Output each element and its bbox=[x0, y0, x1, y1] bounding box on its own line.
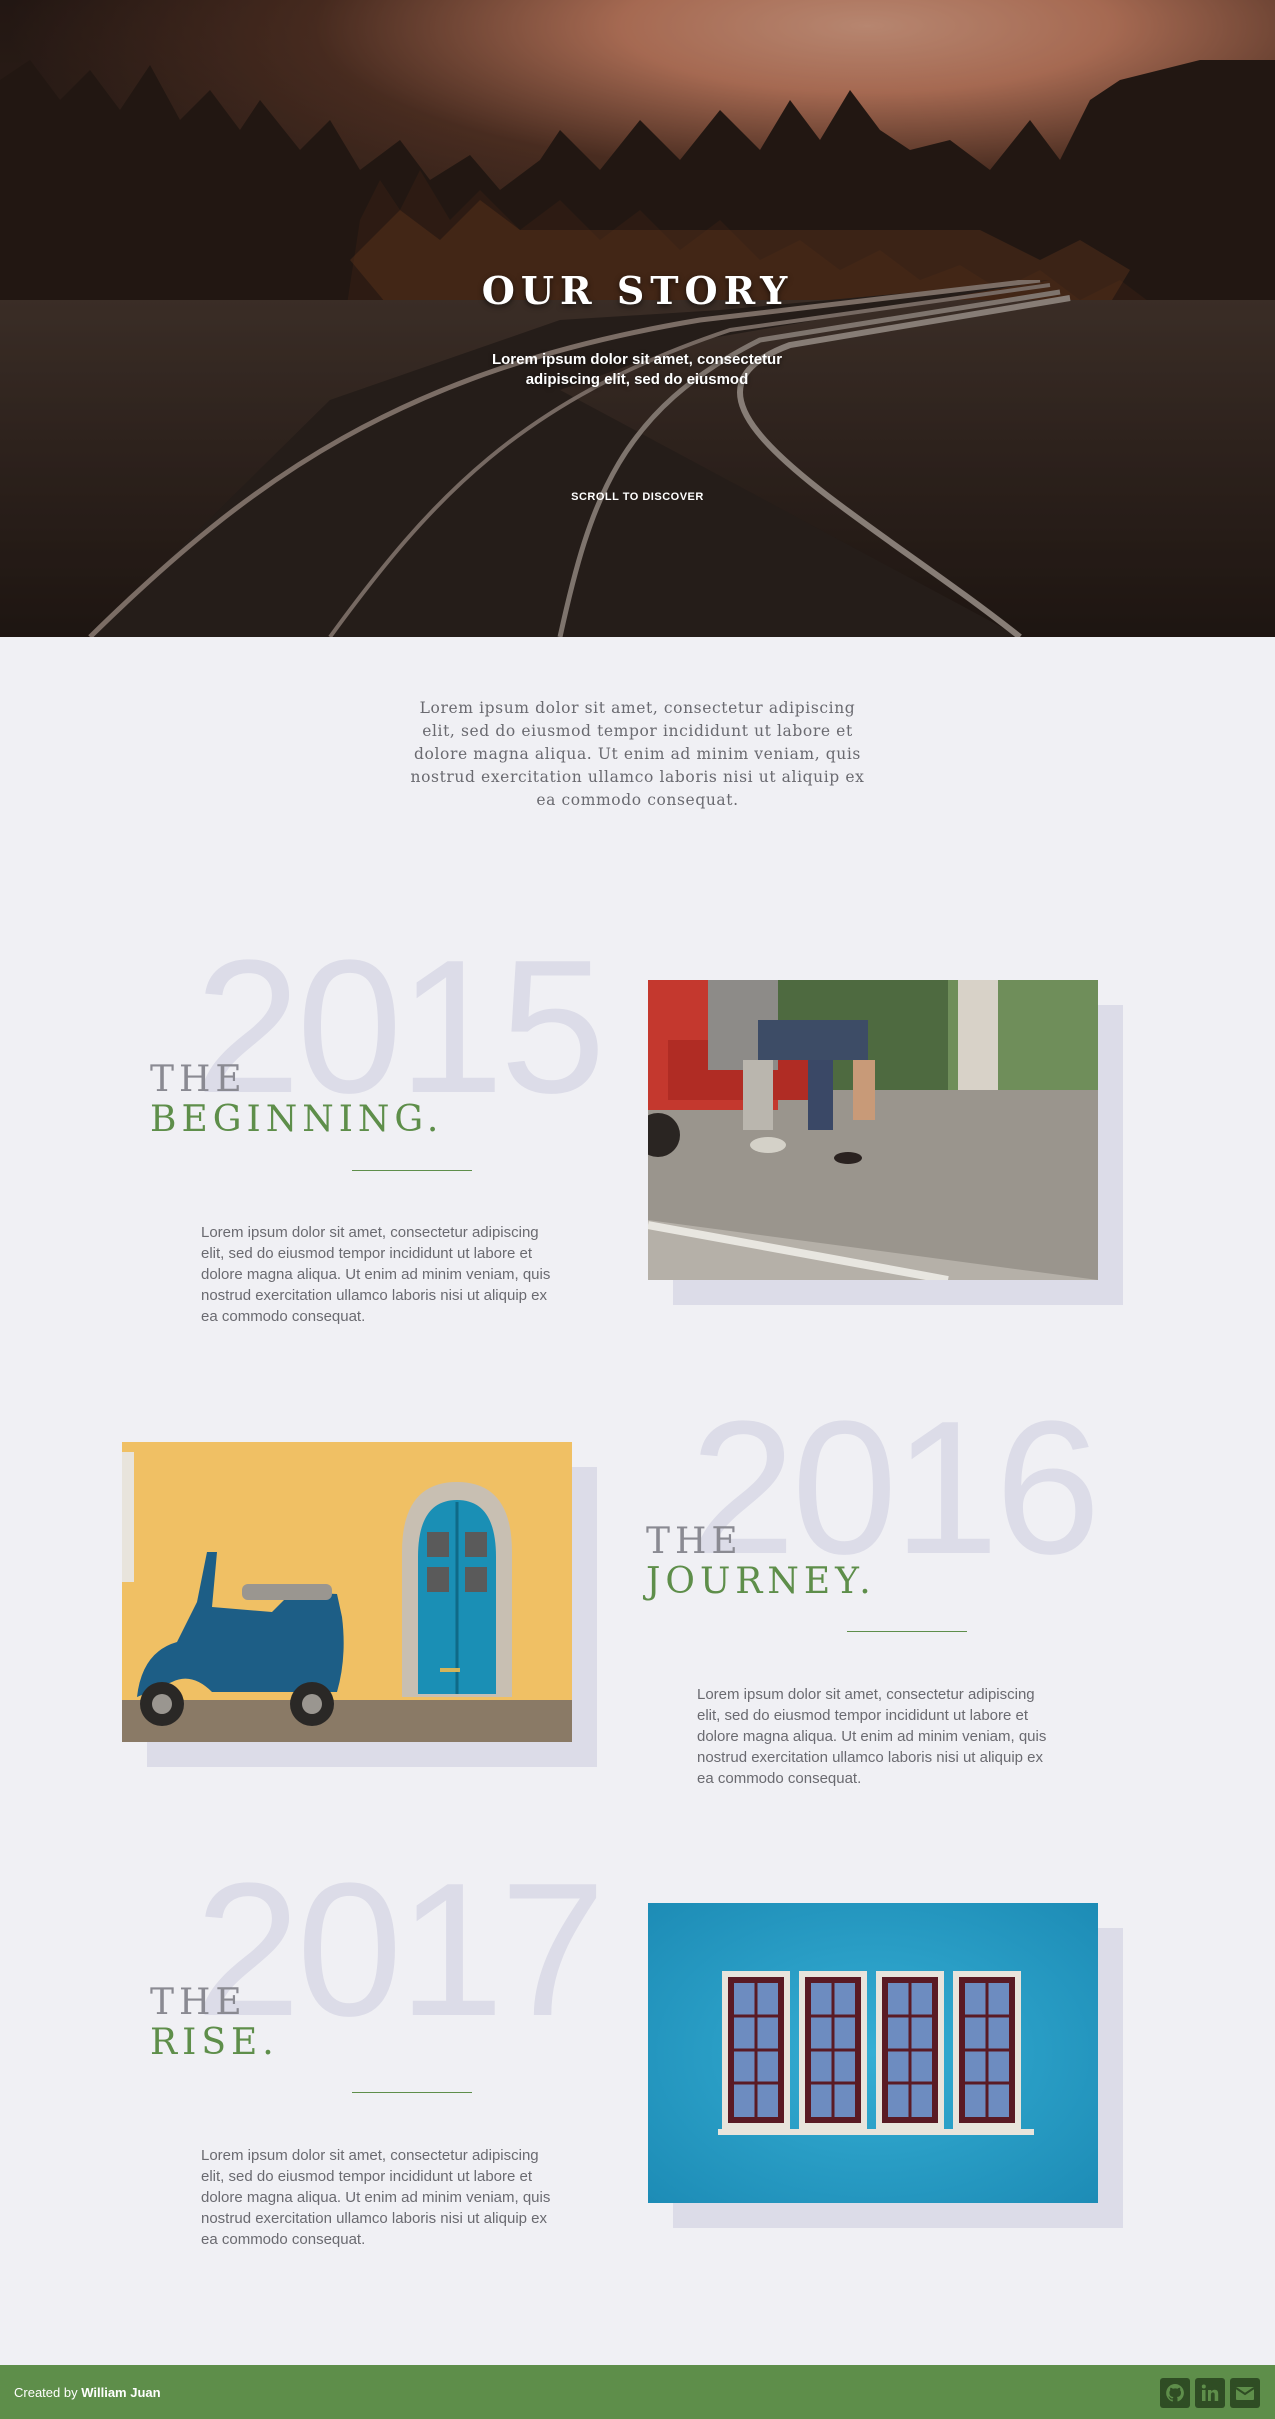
hero-overlay bbox=[0, 0, 1275, 637]
section-heading-journey: JOURNEY. bbox=[646, 1561, 876, 1602]
section-body-2017: Lorem ipsum dolor sit amet, consectetur … bbox=[201, 2147, 551, 2248]
hero-subtitle: Lorem ipsum dolor sit amet, consectetur … bbox=[491, 351, 783, 388]
section-the-label: THE bbox=[646, 1521, 743, 1562]
year-watermark-2016: 2016 bbox=[690, 1382, 1101, 1594]
section-the-label: THE bbox=[150, 1982, 247, 2023]
section-divider bbox=[847, 1631, 967, 1632]
footer-credit-name[interactable]: William Juan bbox=[81, 2385, 160, 2400]
scroll-to-discover-link[interactable]: SCROLL TO DISCOVER bbox=[0, 491, 1275, 503]
page-title: OUR STORY bbox=[481, 268, 794, 313]
footer-credit: Created by William Juan bbox=[14, 2385, 161, 2400]
footer-credit-prefix: Created by bbox=[14, 2385, 78, 2400]
year-watermark-2017: 2017 bbox=[195, 1844, 606, 2056]
section-body-2015: Lorem ipsum dolor sit amet, consectetur … bbox=[201, 1224, 551, 1325]
section-divider bbox=[352, 2092, 472, 2093]
footer: Created by William Juan bbox=[0, 2365, 1275, 2419]
hero-banner: OUR STORY Lorem ipsum dolor sit amet, co… bbox=[0, 0, 1275, 637]
section-body-2016: Lorem ipsum dolor sit amet, consectetur … bbox=[697, 1686, 1047, 1787]
github-icon[interactable] bbox=[1160, 2378, 1190, 2408]
section-divider bbox=[352, 1170, 472, 1171]
photo-blue-scooter bbox=[122, 1442, 572, 1742]
photo-people-on-tailgate bbox=[648, 980, 1098, 1280]
intro-text: Lorem ipsum dolor sit amet, consectetur … bbox=[410, 699, 865, 809]
photo-blue-wall-windows bbox=[648, 1903, 1098, 2203]
linkedin-icon[interactable] bbox=[1195, 2378, 1225, 2408]
year-watermark-2015: 2015 bbox=[195, 921, 606, 1133]
section-heading-beginning: BEGINNING. bbox=[150, 1099, 444, 1140]
section-heading-rise: RISE. bbox=[150, 2022, 279, 2063]
section-the-label: THE bbox=[150, 1059, 247, 1100]
email-icon[interactable] bbox=[1230, 2378, 1260, 2408]
